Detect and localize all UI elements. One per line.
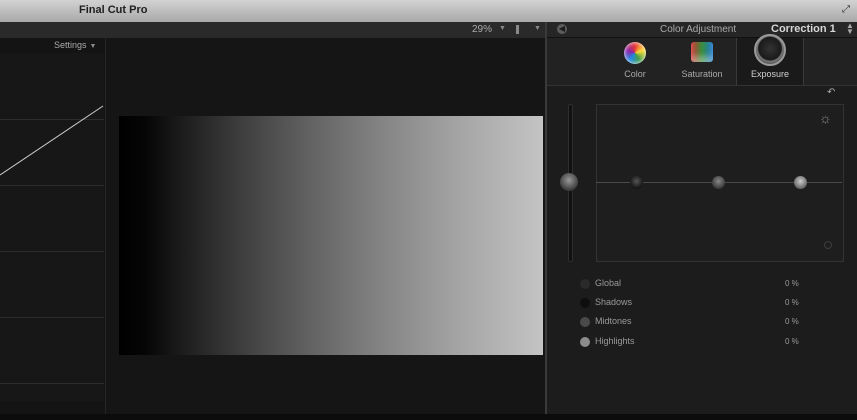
color-board-inspector: ◀ Color Adjustment Correction 1 ▲ ▼ Color… <box>547 22 857 414</box>
shadows-dot-icon <box>580 298 590 308</box>
inspector-title: Color Adjustment <box>660 24 737 35</box>
exposure-icon <box>754 34 786 66</box>
chevron-down-icon: ▼ <box>89 43 97 50</box>
tab-exposure[interactable]: Exposure <box>736 34 804 85</box>
row-label: Global <box>595 278 622 288</box>
global-exposure-puck[interactable] <box>560 173 578 191</box>
reset-icon[interactable]: ↶ <box>827 87 835 98</box>
list-item: Highlights 0 % <box>580 335 840 351</box>
row-label: Midtones <box>595 316 632 326</box>
row-value[interactable]: 0 % <box>785 317 799 326</box>
zoom-level[interactable]: 29% <box>472 24 492 35</box>
list-item: Midtones 0 % <box>580 315 840 331</box>
row-value[interactable]: 0 % <box>785 298 799 307</box>
tab-color[interactable]: Color <box>602 38 668 85</box>
highlights-dot-icon <box>580 337 590 347</box>
row-value[interactable]: 0 % <box>785 337 799 346</box>
row-label: Highlights <box>595 336 635 346</box>
window-title: Final Cut Pro <box>79 4 148 16</box>
saturation-icon <box>691 42 713 62</box>
color-board-tabs: Color Saturation Exposure <box>547 34 857 86</box>
row-value[interactable]: 0 % <box>785 279 799 288</box>
fullscreen-icon[interactable]: ⤢ <box>842 4 854 16</box>
video-scopes-panel: Settings ▼ <box>0 38 106 414</box>
scopes-settings-button[interactable]: Settings ▼ <box>54 40 96 50</box>
correction-name[interactable]: Correction 1 <box>771 23 836 35</box>
scope-graph <box>0 53 104 401</box>
color-wheel-icon <box>624 42 646 64</box>
midtones-puck[interactable] <box>712 176 725 189</box>
back-arrow-icon[interactable]: ◀ <box>557 24 567 34</box>
shadows-puck[interactable] <box>630 176 643 189</box>
list-item: Shadows 0 % <box>580 296 840 312</box>
midtones-dot-icon <box>580 317 590 327</box>
settings-label: Settings <box>54 40 87 50</box>
view-options-icon[interactable] <box>516 25 519 34</box>
view-options-dropdown-icon[interactable]: ▼ <box>534 25 541 32</box>
title-bar: Final Cut Pro ⤢ <box>0 0 857 23</box>
highlights-puck[interactable] <box>794 176 807 189</box>
global-dot-icon <box>580 279 590 289</box>
tab-label: Color <box>624 69 646 79</box>
inspector-header: ◀ Color Adjustment Correction 1 ▲ ▼ <box>547 22 857 38</box>
tab-label: Exposure <box>750 69 790 79</box>
viewer-image <box>119 116 543 355</box>
scope-trace <box>0 105 104 176</box>
circle-icon <box>824 241 832 249</box>
tab-saturation[interactable]: Saturation <box>669 38 735 85</box>
viewer-toolbar: 29% ▼ ▼ <box>0 22 545 39</box>
correction-stepper-icon[interactable]: ▲ ▼ <box>846 22 854 36</box>
tab-label: Saturation <box>681 69 723 79</box>
row-label: Shadows <box>595 297 633 307</box>
sun-icon: ☼ <box>819 110 832 126</box>
zoom-dropdown-icon[interactable]: ▼ <box>499 25 506 32</box>
list-item: Global 0 % <box>580 277 840 293</box>
